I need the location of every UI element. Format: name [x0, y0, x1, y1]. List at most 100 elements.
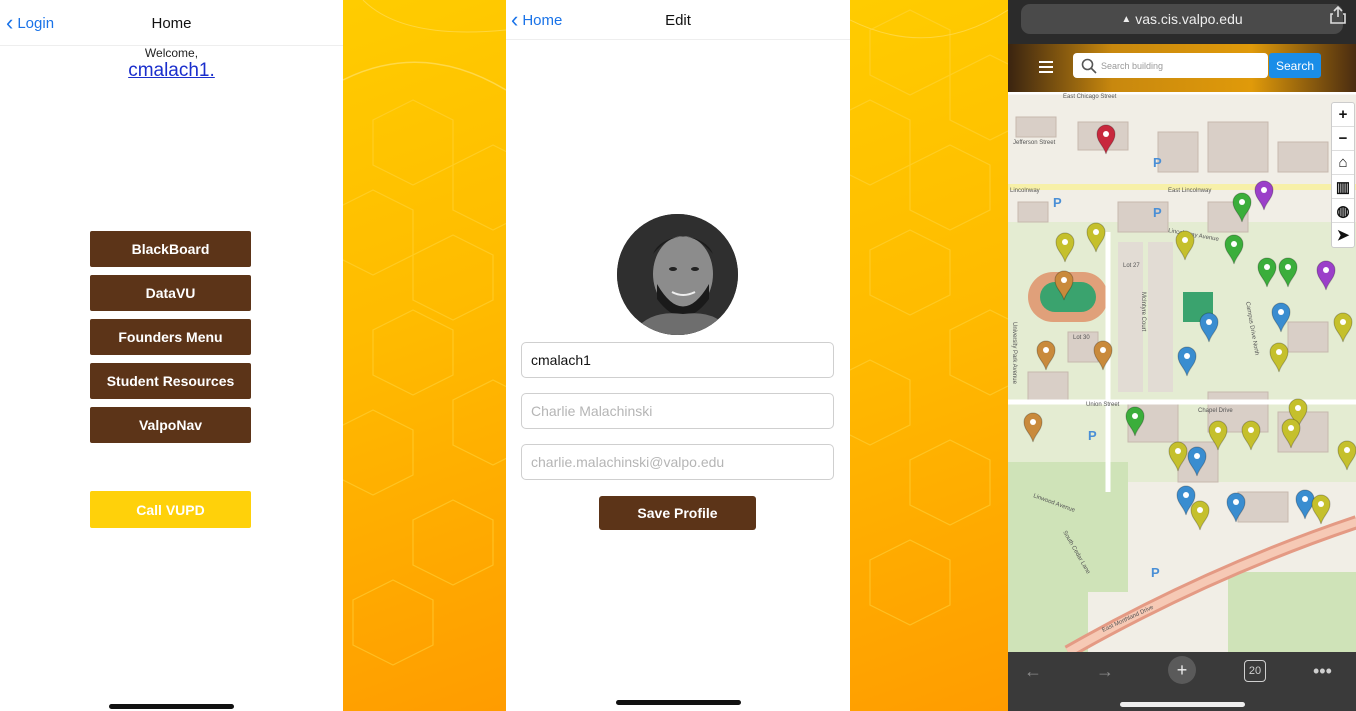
page-title: Edit [665, 11, 691, 29]
map-pin-dot [1276, 349, 1282, 355]
map-pin-dot [1285, 264, 1291, 270]
svg-text:P: P [1053, 195, 1062, 210]
map-pin-dot [1103, 131, 1109, 137]
browser-toolbar: ← → + 20 ••• [1008, 652, 1356, 711]
map-pin-dot [1295, 405, 1301, 411]
map-pin-dot [1231, 241, 1237, 247]
email-field[interactable]: charlie.malachinski@valpo.edu [521, 444, 834, 480]
site-header: Search building Search [1008, 44, 1356, 92]
menu-icon[interactable] [1039, 61, 1053, 73]
profile-avatar[interactable] [617, 214, 738, 335]
map-pin-dot [1132, 413, 1138, 419]
map-pin-dot [1030, 419, 1036, 425]
map-pin-dot [1100, 347, 1106, 353]
street-label: Chapel Drive [1198, 408, 1233, 414]
map-pin-dot [1278, 309, 1284, 315]
zoom-out-button[interactable]: − [1332, 127, 1354, 151]
map-pin-dot [1197, 507, 1203, 513]
founders-menu-button[interactable]: Founders Menu [90, 319, 251, 355]
map-pin-dot [1043, 347, 1049, 353]
blackboard-button[interactable]: BlackBoard [90, 231, 251, 267]
datavu-button[interactable]: DataVU [90, 275, 251, 311]
map-pin-dot [1264, 264, 1270, 270]
globe-icon[interactable]: ◍ [1332, 199, 1354, 223]
map-pin-dot [1194, 453, 1200, 459]
full-name-field[interactable]: Charlie Malachinski [521, 393, 834, 429]
map-pin-dot [1206, 319, 1212, 325]
home-screen: ‹ Login Home Welcome, cmalach1. BlackBoa… [0, 0, 343, 711]
map-pin-dot [1182, 237, 1188, 243]
map-pin-dot [1062, 239, 1068, 245]
background-wallpaper-right [850, 0, 1008, 711]
welcome-text: Welcome, [144, 46, 199, 60]
student-resources-button[interactable]: Student Resources [90, 363, 251, 399]
back-arrow-icon[interactable]: ← [1024, 660, 1042, 682]
edit-navbar: ‹ Home Edit [506, 0, 850, 40]
page-title: Home [151, 14, 192, 32]
home-indicator [109, 704, 234, 709]
home-icon[interactable]: ⌂ [1332, 151, 1354, 175]
map-pin-dot [1323, 267, 1329, 273]
street-label: East Lincolnway [1168, 188, 1211, 194]
map-pin-dot [1183, 492, 1189, 498]
street-label: University Park Avenue [1011, 322, 1017, 385]
map-pin-dot [1093, 229, 1099, 235]
map-pin-dot [1302, 496, 1308, 502]
map-pin-dot [1061, 277, 1067, 283]
valponav-button[interactable]: ValpoNav [90, 407, 251, 443]
svg-text:P: P [1153, 205, 1162, 220]
map-pin-dot [1318, 501, 1324, 507]
svg-text:P: P [1153, 155, 1162, 170]
campus-map[interactable]: P P P P P East Chicago Street Jefferson Str… [1008, 92, 1356, 652]
svg-text:P: P [1088, 428, 1097, 443]
save-profile-button[interactable]: Save Profile [599, 496, 756, 530]
map-pin-dot [1233, 499, 1239, 505]
map-pin-dot [1248, 427, 1254, 433]
street-label: Lot 30 [1073, 335, 1090, 341]
map-screen: ▲ vas.cis.valpo.edu Search building Sear… [1008, 0, 1356, 711]
search-placeholder: Search building [1101, 60, 1164, 71]
username-field[interactable]: cmalach1 [521, 342, 834, 378]
svg-text:P: P [1151, 565, 1160, 580]
more-icon[interactable]: ••• [1313, 660, 1332, 682]
locate-icon[interactable]: ➤ [1332, 223, 1354, 247]
url-bar[interactable]: ▲ vas.cis.valpo.edu [1021, 4, 1343, 34]
street-label: Lot 27 [1123, 263, 1140, 269]
map-icon[interactable]: ▥ [1332, 175, 1354, 199]
forward-arrow-icon[interactable]: → [1096, 660, 1114, 682]
background-wallpaper-left [343, 0, 506, 711]
map-pin-dot [1261, 187, 1267, 193]
new-tab-icon[interactable]: + [1168, 656, 1196, 684]
street-label: East Chicago Street [1063, 94, 1117, 100]
map-pin-dot [1215, 427, 1221, 433]
search-icon [1081, 58, 1097, 74]
street-label: Union Street [1086, 402, 1120, 408]
map-pin-dot [1344, 447, 1350, 453]
street-label: McIntyre Court [1140, 292, 1146, 332]
url-text: vas.cis.valpo.edu [1135, 11, 1243, 27]
home-indicator [616, 700, 741, 705]
search-input[interactable]: Search building [1073, 53, 1268, 78]
map-pin-dot [1340, 319, 1346, 325]
map-pin-dot [1288, 425, 1294, 431]
zoom-in-button[interactable]: + [1332, 103, 1354, 127]
browser-address-area: ▲ vas.cis.valpo.edu [1008, 0, 1356, 44]
search-button[interactable]: Search [1269, 53, 1321, 78]
map-tiles: P P P P P East Chicago Street Jefferson Str… [1008, 92, 1356, 652]
avatar-photo [617, 214, 738, 335]
edit-screen: ‹ Home Edit cmalach1 Charlie Malachinski… [506, 0, 850, 711]
home-indicator [1120, 702, 1245, 707]
wallpaper-pattern [343, 0, 506, 666]
tabs-icon[interactable]: 20 [1244, 660, 1266, 682]
username-link[interactable]: cmalach1. [0, 60, 343, 82]
map-pin-dot [1239, 199, 1245, 205]
map-controls: + − ⌂ ▥ ◍ ➤ [1331, 102, 1355, 248]
street-label: Lincolnway [1010, 188, 1040, 194]
map-pin-dot [1175, 448, 1181, 454]
call-vupd-button[interactable]: Call VUPD [90, 491, 251, 528]
home-navbar: ‹ Login Home [0, 0, 343, 46]
map-pin-dot [1184, 353, 1190, 359]
share-icon[interactable] [1330, 6, 1346, 24]
street-label: Jefferson Street [1013, 140, 1056, 146]
wallpaper-pattern [850, 9, 1008, 626]
